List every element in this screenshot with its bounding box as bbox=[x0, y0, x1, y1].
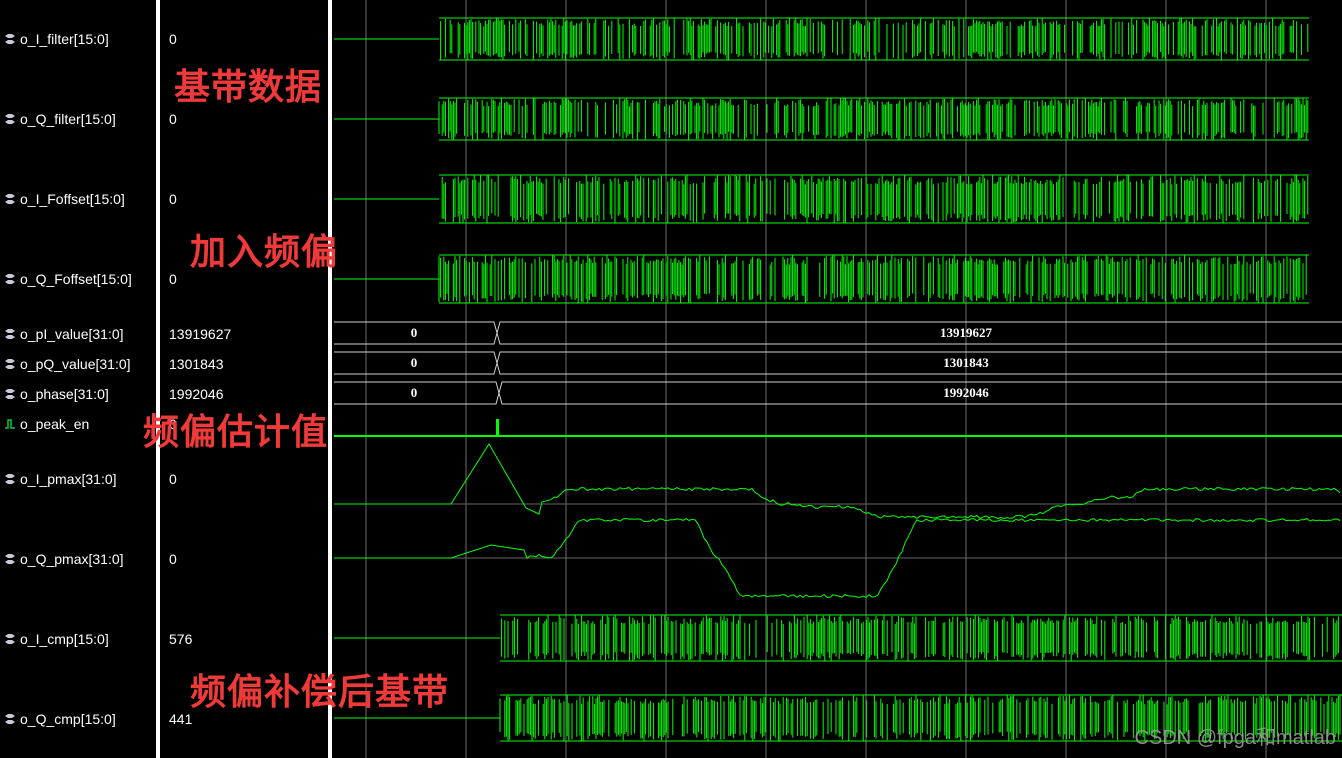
signal-value: 576 bbox=[169, 631, 193, 647]
signal-value: 0 bbox=[169, 111, 177, 127]
wave-bus-5 bbox=[334, 351, 1342, 375]
signal-name: o_peak_en bbox=[20, 416, 90, 432]
wave-dense-0 bbox=[439, 17, 1309, 61]
signal-name: o_Q_pmax[31:0] bbox=[20, 551, 124, 567]
annotation-freq-offset-estimate: 频偏估计值 bbox=[143, 411, 329, 452]
signal-row-o-q-cmp[interactable]: o_Q_cmp[15:0] bbox=[0, 709, 156, 729]
bus-icon bbox=[3, 193, 17, 205]
signal-value: 0 bbox=[169, 31, 177, 47]
wave-bus-4 bbox=[334, 321, 1342, 345]
bus-icon bbox=[3, 328, 17, 340]
wave-dense-1 bbox=[438, 97, 1309, 141]
wave-analog-8 bbox=[334, 443, 1341, 520]
bus-value-label: 0 bbox=[411, 355, 418, 370]
annotation-baseband: 基带数据 bbox=[174, 66, 323, 107]
signal-name-panel: o_I_filter[15:0] o_Q_filter[15:0] o_I_Fo… bbox=[0, 0, 156, 758]
wave-bit-7 bbox=[334, 419, 1342, 437]
signal-row-o-phase[interactable]: o_phase[31:0] bbox=[0, 384, 156, 404]
wave-dense-2 bbox=[439, 174, 1309, 224]
signal-row-o-i-cmp[interactable]: o_I_cmp[15:0] bbox=[0, 629, 156, 649]
signal-row-o-q-filter[interactable]: o_Q_filter[15:0] bbox=[0, 109, 156, 129]
signal-name: o_I_Foffset[15:0] bbox=[20, 191, 125, 207]
waveform-pane[interactable]: 0 13919627 0 1301843 0 1992046 bbox=[334, 0, 1342, 758]
signal-value: 0 bbox=[169, 191, 177, 207]
bus-icon bbox=[3, 273, 17, 285]
bus-value-label: 0 bbox=[411, 325, 418, 340]
bus-value-label: 13919627 bbox=[940, 325, 993, 340]
bus-value-label: 0 bbox=[411, 385, 418, 400]
signal-row-o-pq-value[interactable]: o_pQ_value[31:0] bbox=[0, 354, 156, 374]
signal-name: o_I_pmax[31:0] bbox=[20, 471, 117, 487]
signal-row-o-i-foffset[interactable]: o_I_Foffset[15:0] bbox=[0, 189, 156, 209]
signal-row-o-q-foffset[interactable]: o_Q_Foffset[15:0] bbox=[0, 269, 156, 289]
signal-name: o_Q_filter[15:0] bbox=[20, 111, 116, 127]
signal-row-o-peak-en[interactable]: o_peak_en bbox=[0, 414, 156, 434]
bus-icon bbox=[3, 633, 17, 645]
bus-icon bbox=[3, 713, 17, 725]
bus-icon bbox=[3, 33, 17, 45]
signal-row-o-i-filter[interactable]: o_I_filter[15:0] bbox=[0, 29, 156, 49]
signal-value: 0 bbox=[169, 551, 177, 567]
waveform-viewer: o_I_filter[15:0] o_Q_filter[15:0] o_I_Fo… bbox=[0, 0, 1342, 758]
bus-icon bbox=[3, 553, 17, 565]
wave-dense-3 bbox=[438, 254, 1309, 304]
annotation-freq-offset: 加入频偏 bbox=[190, 231, 339, 272]
signal-row-o-q-pmax[interactable]: o_Q_pmax[31:0] bbox=[0, 549, 156, 569]
bus-icon bbox=[3, 113, 17, 125]
bus-icon bbox=[3, 358, 17, 370]
signal-value: 0 bbox=[169, 471, 177, 487]
wave-dense-10 bbox=[500, 614, 1342, 662]
bus-icon bbox=[3, 388, 17, 400]
signal-value: 0 bbox=[169, 271, 177, 287]
signal-name: o_I_cmp[15:0] bbox=[20, 631, 109, 647]
annotation-compensated-baseband: 频偏补偿后基带 bbox=[190, 671, 450, 712]
watermark: CSDN @fpga和matlab bbox=[1134, 727, 1336, 749]
signal-name: o_Q_cmp[15:0] bbox=[20, 711, 116, 727]
signal-value: 13919627 bbox=[169, 326, 232, 342]
signal-name: o_pI_value[31:0] bbox=[20, 326, 124, 342]
signal-name: o_Q_Foffset[15:0] bbox=[20, 271, 132, 287]
value-wave-divider[interactable] bbox=[328, 0, 332, 758]
signal-value: 441 bbox=[169, 711, 193, 727]
signal-name: o_I_filter[15:0] bbox=[20, 31, 109, 47]
signal-value: 1992046 bbox=[169, 386, 224, 402]
bus-icon bbox=[3, 473, 17, 485]
name-value-divider[interactable] bbox=[156, 0, 160, 758]
signal-value: 1301843 bbox=[169, 356, 224, 372]
wave-bus-6 bbox=[334, 381, 1342, 405]
bit-icon bbox=[3, 418, 17, 430]
bus-value-label: 1992046 bbox=[943, 385, 989, 400]
signal-row-o-pi-value[interactable]: o_pI_value[31:0] bbox=[0, 324, 156, 344]
signal-row-o-i-pmax[interactable]: o_I_pmax[31:0] bbox=[0, 469, 156, 489]
bus-value-label: 1301843 bbox=[943, 355, 989, 370]
signal-value-panel: 0 0 0 0 13919627 1301843 1992046 0 0 0 5… bbox=[161, 0, 328, 758]
signal-name: o_pQ_value[31:0] bbox=[20, 356, 131, 372]
signal-name: o_phase[31:0] bbox=[20, 386, 109, 402]
